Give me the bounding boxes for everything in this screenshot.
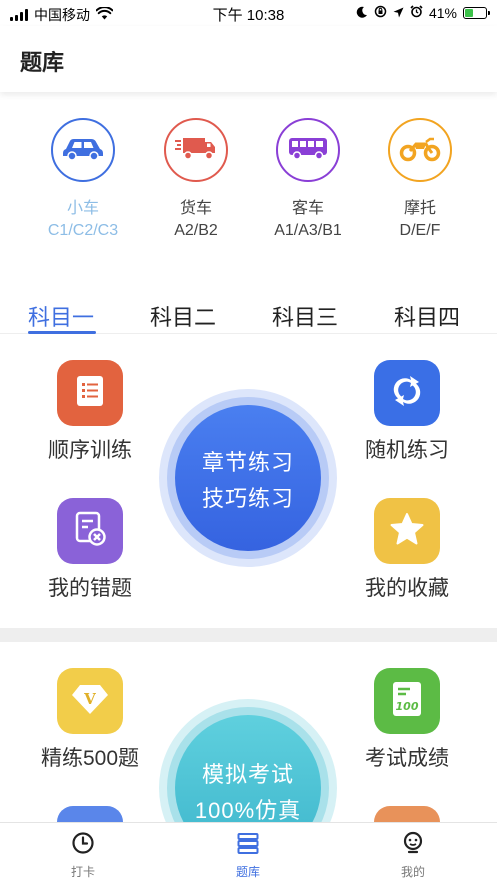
clock-icon bbox=[71, 831, 95, 855]
truck-icon bbox=[174, 134, 218, 167]
random-practice-tile bbox=[374, 360, 440, 426]
sequential-practice-label: 顺序训练 bbox=[48, 439, 132, 462]
nav-bar: 题库 bbox=[0, 26, 497, 92]
motorcycle-icon bbox=[398, 134, 442, 167]
tab-subject-1[interactable]: 科目一 bbox=[28, 300, 94, 332]
random-practice-button[interactable]: 随机练习 bbox=[337, 360, 477, 464]
vehicle-motorcycle[interactable]: 摩托 D/E/F bbox=[358, 118, 482, 240]
bottom-tab-bar: 打卡 题库 我的 bbox=[0, 822, 497, 883]
vehicle-selector: 小车 C1/C2/C3 货车 A2/B2 客车 A1/A3/B1 摩托 D/E/… bbox=[0, 110, 497, 250]
section-divider bbox=[0, 628, 497, 642]
wrong-doc-icon bbox=[73, 511, 107, 552]
my-mistakes-tile bbox=[57, 498, 123, 564]
simulation-label: 100%仿真 bbox=[194, 798, 302, 823]
tabbar-label-checkin: 打卡 bbox=[70, 865, 95, 879]
star-icon bbox=[389, 512, 425, 551]
tab-subject-4[interactable]: 科目四 bbox=[394, 300, 460, 332]
score-100-icon: 100 bbox=[391, 680, 423, 723]
vehicle-motorcycle-code: D/E/F bbox=[399, 222, 441, 239]
list-icon bbox=[75, 374, 105, 413]
exam-scores-button[interactable]: 100 考试成绩 bbox=[337, 668, 477, 772]
tab-subject-3[interactable]: 科目三 bbox=[272, 300, 338, 332]
my-mistakes-button[interactable]: 我的错题 bbox=[20, 498, 160, 602]
tabbar-item-questions[interactable]: 题库 bbox=[198, 831, 298, 880]
vehicle-car-name: 小车 bbox=[66, 200, 99, 217]
battery-percent: 41% bbox=[428, 5, 457, 21]
chapter-practice-label: 章节练习 bbox=[201, 450, 294, 475]
vehicle-bus[interactable]: 客车 A1/A3/B1 bbox=[246, 118, 370, 240]
alarm-icon bbox=[410, 5, 423, 21]
vehicle-bus-name: 客车 bbox=[291, 200, 324, 217]
skill-practice-label: 技巧练习 bbox=[201, 486, 294, 511]
refined-500-button[interactable]: V 精练500题 bbox=[20, 668, 160, 772]
refined-500-label: 精练500题 bbox=[40, 747, 140, 770]
tabbar-label-questions: 题库 bbox=[235, 865, 260, 879]
my-mistakes-label: 我的错题 bbox=[48, 577, 132, 600]
tabbar-label-profile: 我的 bbox=[400, 865, 425, 879]
vehicle-car[interactable]: 小车 C1/C2/C3 bbox=[21, 118, 145, 240]
random-practice-label: 随机练习 bbox=[365, 439, 449, 462]
mock-exam-label: 模拟考试 bbox=[201, 762, 294, 787]
car-icon bbox=[61, 134, 105, 167]
status-bar-right: 41% bbox=[356, 5, 490, 21]
page-title: 题库 bbox=[20, 50, 65, 75]
subject-tabs: 科目一 科目二 科目三 科目四 bbox=[0, 300, 497, 334]
stack-icon bbox=[236, 831, 260, 855]
vehicle-car-circle bbox=[51, 118, 115, 182]
vehicle-bus-circle bbox=[276, 118, 340, 182]
vehicle-motorcycle-name: 摩托 bbox=[403, 200, 436, 217]
vehicle-bus-code: A1/A3/B1 bbox=[274, 222, 342, 239]
v-diamond-icon: V bbox=[70, 682, 110, 721]
shuffle-icon bbox=[388, 372, 426, 415]
exam-scores-label: 考试成绩 bbox=[365, 747, 449, 770]
exam-scores-tile: 100 bbox=[374, 668, 440, 734]
vehicle-truck-circle bbox=[164, 118, 228, 182]
svg-text:V: V bbox=[83, 690, 96, 708]
my-favorites-button[interactable]: 我的收藏 bbox=[337, 498, 477, 602]
moon-icon bbox=[356, 5, 368, 21]
tabbar-item-profile[interactable]: 我的 bbox=[363, 831, 463, 880]
my-favorites-tile bbox=[374, 498, 440, 564]
bus-icon bbox=[286, 134, 330, 167]
chapter-practice-button[interactable]: 章节练习 技巧练习 bbox=[175, 405, 321, 551]
profile-face-icon bbox=[401, 831, 425, 855]
location-icon bbox=[393, 5, 404, 21]
refined-500-tile: V bbox=[57, 668, 123, 734]
tabbar-item-checkin[interactable]: 打卡 bbox=[33, 831, 133, 880]
sequential-practice-button[interactable]: 顺序训练 bbox=[20, 360, 160, 464]
sequential-practice-tile bbox=[57, 360, 123, 426]
active-tab-indicator bbox=[28, 331, 96, 334]
battery-icon bbox=[463, 7, 490, 19]
my-favorites-label: 我的收藏 bbox=[365, 577, 449, 600]
vehicle-truck[interactable]: 货车 A2/B2 bbox=[134, 118, 258, 240]
vehicle-car-code: C1/C2/C3 bbox=[47, 222, 119, 239]
svg-text:100: 100 bbox=[396, 700, 419, 713]
vehicle-motorcycle-circle bbox=[388, 118, 452, 182]
lock-rotation-icon bbox=[374, 5, 387, 21]
status-bar: 中国移动 下午 10:38 41% bbox=[0, 0, 497, 26]
vehicle-truck-code: A2/B2 bbox=[174, 222, 218, 239]
vehicle-truck-name: 货车 bbox=[179, 200, 212, 217]
tab-subject-2[interactable]: 科目二 bbox=[150, 300, 216, 332]
